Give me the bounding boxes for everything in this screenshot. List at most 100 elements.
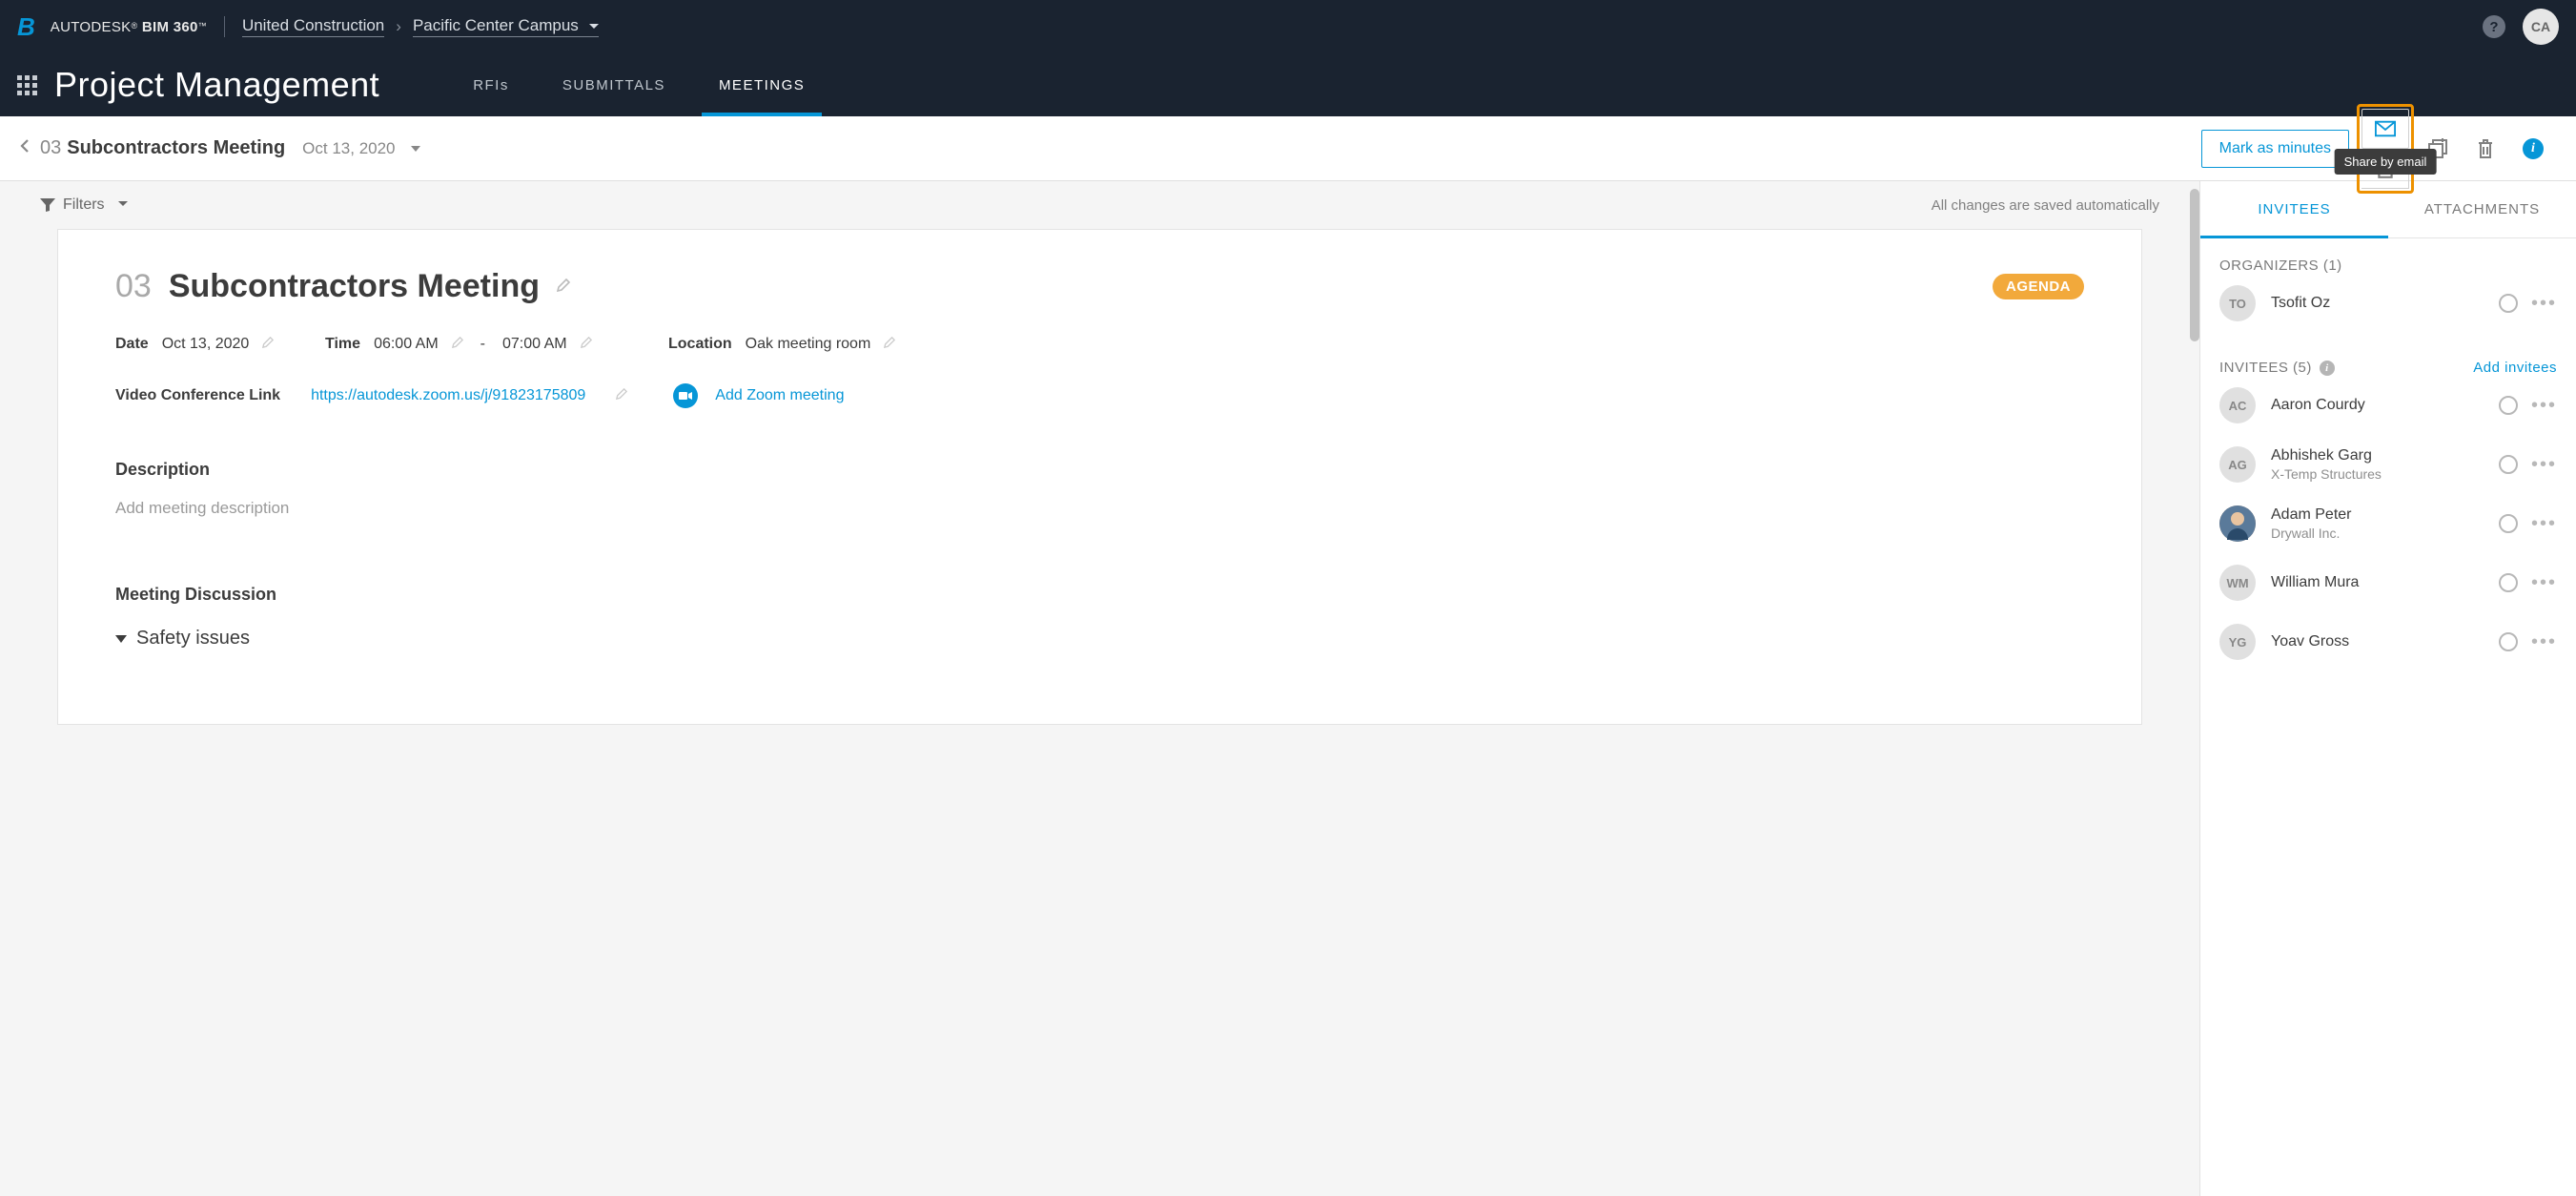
breadcrumb: United Construction › Pacific Center Cam… bbox=[242, 16, 599, 37]
date-value: Oct 13, 2020 bbox=[162, 336, 250, 353]
user-avatar[interactable]: CA bbox=[2523, 9, 2559, 45]
edit-title-button[interactable] bbox=[557, 278, 570, 295]
person-info: Abhishek GargX-Temp Structures bbox=[2271, 447, 2382, 482]
delete-button[interactable] bbox=[2462, 129, 2509, 169]
more-actions-button[interactable]: ••• bbox=[2531, 578, 2557, 588]
pencil-icon bbox=[557, 278, 570, 292]
tab-attachments[interactable]: ATTACHMENTS bbox=[2388, 181, 2576, 237]
description-placeholder[interactable]: Add meeting description bbox=[115, 499, 2084, 518]
pencil-icon bbox=[616, 388, 627, 400]
add-invitees-link[interactable]: Add invitees bbox=[2473, 360, 2557, 376]
person-name: Yoav Gross bbox=[2271, 633, 2349, 650]
tab-rfis[interactable]: RFIs bbox=[446, 53, 536, 116]
person-row: WMWilliam Mura••• bbox=[2219, 553, 2557, 612]
pencil-icon bbox=[581, 337, 592, 348]
content-column: Filters All changes are saved automatica… bbox=[0, 181, 2199, 1196]
organizers-heading-label: ORGANIZERS (1) bbox=[2219, 258, 2342, 274]
more-actions-button[interactable]: ••• bbox=[2531, 299, 2557, 308]
time-end: 07:00 AM bbox=[502, 336, 567, 353]
edit-time-start-button[interactable] bbox=[452, 336, 463, 353]
avatar-initials: TO bbox=[2219, 285, 2256, 321]
person-info: Adam PeterDrywall Inc. bbox=[2271, 506, 2351, 541]
location-value: Oak meeting room bbox=[746, 336, 871, 353]
person-company: X-Temp Structures bbox=[2271, 466, 2382, 482]
brand-autodesk: AUTODESK bbox=[51, 19, 132, 35]
filters-button[interactable]: Filters bbox=[40, 196, 128, 214]
app-switcher-icon[interactable] bbox=[17, 75, 37, 95]
meta-date: Date Oct 13, 2020 bbox=[115, 336, 325, 353]
chevron-right-icon: › bbox=[396, 17, 401, 36]
breadcrumb-org[interactable]: United Construction bbox=[242, 16, 384, 37]
edit-time-end-button[interactable] bbox=[581, 336, 592, 353]
brand-text: AUTODESK® BIM 360™ bbox=[51, 19, 207, 35]
envelope-icon bbox=[2375, 118, 2396, 139]
edit-location-button[interactable] bbox=[884, 336, 895, 353]
pencil-icon bbox=[452, 337, 463, 348]
edit-link-button[interactable] bbox=[616, 387, 627, 404]
person-row: YGYoav Gross••• bbox=[2219, 612, 2557, 671]
attendance-toggle[interactable] bbox=[2499, 294, 2518, 313]
breadcrumb-project[interactable]: Pacific Center Campus bbox=[413, 16, 599, 37]
person-info: William Mura bbox=[2271, 574, 2359, 591]
module-title: Project Management bbox=[54, 65, 379, 105]
invitees-heading: INVITEES (5) i Add invitees bbox=[2219, 360, 2557, 376]
discussion-topic[interactable]: Safety issues bbox=[115, 628, 2084, 650]
tab-invitees[interactable]: INVITEES bbox=[2200, 181, 2388, 237]
module-header: Project Management RFIs SUBMITTALS MEETI… bbox=[0, 53, 2576, 116]
tab-submittals[interactable]: SUBMITTALS bbox=[536, 53, 692, 116]
edit-date-button[interactable] bbox=[262, 336, 274, 353]
share-tooltip: Share by email bbox=[2335, 149, 2437, 175]
global-header: B AUTODESK® BIM 360™ United Construction… bbox=[0, 0, 2576, 53]
video-link-row: Video Conference Link https://autodesk.z… bbox=[115, 383, 2084, 408]
filters-bar: Filters All changes are saved automatica… bbox=[0, 181, 2199, 223]
video-link[interactable]: https://autodesk.zoom.us/j/91823175809 bbox=[311, 387, 585, 404]
meta-time: Time 06:00 AM - 07:00 AM bbox=[325, 336, 668, 353]
help-icon[interactable]: ? bbox=[2483, 15, 2505, 38]
caret-down-icon bbox=[118, 201, 128, 206]
topic-label: Safety issues bbox=[136, 628, 250, 650]
more-actions-button[interactable]: ••• bbox=[2531, 460, 2557, 469]
info-button[interactable]: i bbox=[2509, 129, 2557, 169]
share-by-email-button[interactable] bbox=[2361, 109, 2409, 149]
avatar-initials: AG bbox=[2219, 446, 2256, 483]
person-row: AG Abhishek GargX-Temp Structures ••• bbox=[2219, 435, 2557, 494]
divider bbox=[224, 16, 225, 37]
video-link-label: Video Conference Link bbox=[115, 387, 280, 404]
invitees-section: INVITEES (5) i Add invitees ACAaron Cour… bbox=[2200, 340, 2576, 679]
filter-icon bbox=[40, 198, 55, 212]
attendance-toggle[interactable] bbox=[2499, 396, 2518, 415]
more-actions-button[interactable]: ••• bbox=[2531, 401, 2557, 410]
person-name: Aaron Courdy bbox=[2271, 397, 2365, 414]
card-title: Subcontractors Meeting bbox=[169, 268, 540, 305]
caret-down-icon bbox=[589, 24, 599, 29]
meeting-title: Subcontractors Meeting bbox=[67, 137, 285, 159]
body: Filters All changes are saved automatica… bbox=[0, 181, 2576, 1196]
trash-icon bbox=[2475, 138, 2496, 159]
time-sep: - bbox=[480, 336, 485, 353]
scrollbar[interactable] bbox=[2190, 189, 2199, 341]
date-dropdown[interactable]: Oct 13, 2020 bbox=[302, 139, 419, 158]
chevron-left-icon bbox=[19, 138, 31, 154]
brand-product: BIM 360 bbox=[142, 19, 198, 35]
location-label: Location bbox=[668, 336, 732, 353]
invitees-heading-label: INVITEES (5) bbox=[2219, 360, 2312, 376]
description-heading: Description bbox=[115, 460, 2084, 480]
person-info: Aaron Courdy bbox=[2271, 397, 2365, 414]
tab-meetings[interactable]: MEETINGS bbox=[692, 53, 831, 116]
person-info: Yoav Gross bbox=[2271, 633, 2349, 650]
share-highlight: Share by email bbox=[2357, 104, 2414, 194]
add-zoom-link[interactable]: Add Zoom meeting bbox=[715, 387, 844, 404]
back-button[interactable] bbox=[19, 133, 40, 164]
attendance-toggle[interactable] bbox=[2499, 632, 2518, 651]
info-icon[interactable]: i bbox=[2320, 361, 2335, 376]
attendance-toggle[interactable] bbox=[2499, 573, 2518, 592]
person-row: ACAaron Courdy••• bbox=[2219, 376, 2557, 435]
meta-location: Location Oak meeting room bbox=[668, 336, 895, 353]
discussion-heading: Meeting Discussion bbox=[115, 585, 2084, 605]
more-actions-button[interactable]: ••• bbox=[2531, 519, 2557, 528]
more-actions-button[interactable]: ••• bbox=[2531, 637, 2557, 647]
attendance-toggle[interactable] bbox=[2499, 514, 2518, 533]
mark-as-minutes-button[interactable]: Mark as minutes bbox=[2201, 130, 2349, 168]
person-row: TOTsofit Oz••• bbox=[2219, 274, 2557, 333]
attendance-toggle[interactable] bbox=[2499, 455, 2518, 474]
